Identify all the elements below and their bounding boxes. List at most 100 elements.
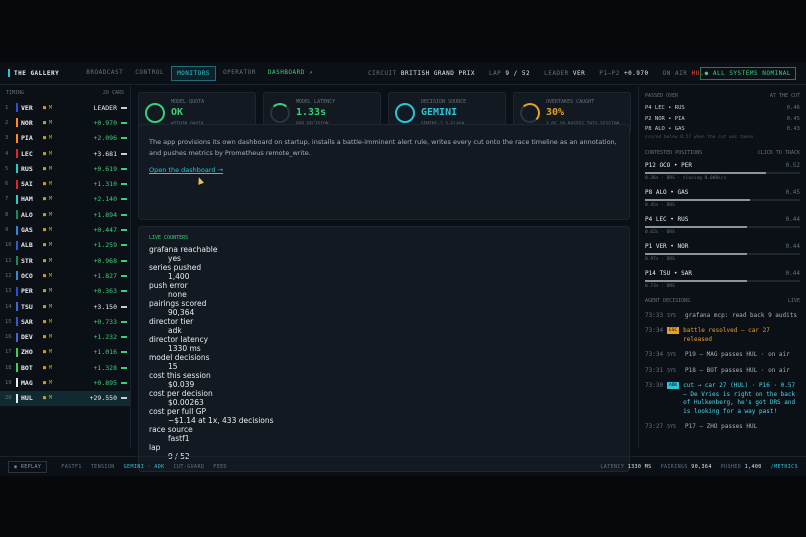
position-number: 2 <box>5 119 9 126</box>
timing-row[interactable]: 1 VER ■ M LEADER <box>0 100 130 115</box>
timing-row[interactable]: 6 SAI ■ M +1.310 <box>0 176 130 191</box>
battle-meta: 0.45s · DRS <box>645 202 675 208</box>
open-dashboard-link[interactable]: Open the dashboard → <box>139 166 629 174</box>
contested-row[interactable]: P8 ALO • GAS 0.45 0.45s · DRS <box>639 189 806 216</box>
team-color-bar <box>16 363 18 373</box>
bottom-bar: ◉ REPLAY FASTF1 TENSION GEMINI · ADK CUT… <box>0 456 806 476</box>
team-color-bar <box>16 240 18 250</box>
contested-row[interactable]: P1 VER • NOR 0.44 0.97s · DRS <box>639 243 806 270</box>
trend-marker <box>121 274 127 277</box>
nav-monitors[interactable]: MONITORS <box>171 65 216 81</box>
counter-value: fastf1 <box>168 434 190 443</box>
trend-marker <box>121 183 127 186</box>
tyre-compound: ■ M <box>43 227 53 234</box>
latency-stat: LATENCY 1330 MS <box>600 464 651 470</box>
trend-marker <box>121 106 127 109</box>
contested-click-hint[interactable]: CLICK TO TRACK <box>758 150 800 156</box>
driver-code: NOR <box>21 118 33 127</box>
trend-marker <box>121 167 127 170</box>
timing-row[interactable]: 2 NOR ■ M +0.970 <box>0 115 130 130</box>
latency-value: 1330 MS <box>627 463 652 470</box>
feed-feed[interactable]: FEED <box>213 464 227 470</box>
team-color-bar <box>16 286 18 296</box>
gap-status: P1–P2 +0.970 <box>599 70 648 77</box>
kpi-label: MODEL QUOTA <box>171 99 205 105</box>
nav-dashboard-link[interactable]: DASHBOARD ↗ <box>263 66 318 81</box>
timing-row[interactable]: 12 OCO ■ M +1.827 <box>0 268 130 283</box>
metrics-link[interactable]: /METRICS <box>771 464 798 470</box>
gap-value: +1.310 <box>93 180 117 189</box>
circuit-label: CIRCUIT <box>368 69 397 77</box>
timing-count: 20 CARS <box>102 90 124 96</box>
gap-value: +1.827 <box>93 271 117 280</box>
passed-row[interactable]: P2 NOR • PIA 0.45 <box>639 114 806 125</box>
timing-row[interactable]: 13 PER ■ M +0.363 <box>0 284 130 299</box>
tyre-compound: ■ M <box>43 318 53 325</box>
position-number: 4 <box>5 150 9 157</box>
kpi-gauge-icon <box>395 103 415 123</box>
agent-title: AGENT DECISIONS <box>645 297 691 304</box>
timing-row[interactable]: 17 ZHO ■ M +1.016 <box>0 345 130 360</box>
position-number: 5 <box>5 165 9 172</box>
kpi-label: MODEL LATENCY <box>296 99 336 105</box>
feed-tension[interactable]: TENSION <box>91 464 115 470</box>
team-color-bar <box>16 164 18 174</box>
timing-row[interactable]: 9 GAS ■ M +0.447 <box>0 222 130 237</box>
decision-text: cut → car 27 (HUL) · P16 · 0.57 — De Vri… <box>683 382 796 415</box>
timing-row[interactable]: 4 LEC ■ M +3.681 <box>0 146 130 161</box>
counter-item: cost this session $0.039 <box>139 371 629 389</box>
timing-row[interactable]: 5 RUS ■ M +0.619 <box>0 161 130 176</box>
kpi-gauge-icon <box>270 103 290 123</box>
tension-score: 0.44 <box>785 269 800 277</box>
team-color-bar <box>16 210 18 220</box>
feed-fastf1[interactable]: FASTF1 <box>61 464 81 470</box>
nav-control[interactable]: CONTROL <box>130 66 169 81</box>
counter-key: cost per decision <box>149 389 213 398</box>
contested-row[interactable]: P14 TSU • SAR 0.44 0.73s · DRS <box>639 270 806 297</box>
contested-row[interactable]: P12 OCO • PER 0.52 0.36s · DRS · closing 0… <box>639 162 806 189</box>
nav-operator[interactable]: OPERATOR <box>218 66 261 81</box>
timing-row[interactable]: 10 ALB ■ M +1.259 <box>0 238 130 253</box>
decision-type-badge: ADK <box>667 382 680 389</box>
timing-row[interactable]: 8 ALO ■ M +1.894 <box>0 207 130 222</box>
timing-row[interactable]: 7 HAM ■ M +2.140 <box>0 192 130 207</box>
decision-time: 73:34 <box>645 327 664 334</box>
passed-row[interactable]: P8 ALO • GAS 0.43 <box>639 124 806 135</box>
contested-header: CONTESTED POSITIONS CLICK TO TRACK <box>639 150 806 156</box>
replay-button[interactable]: ◉ REPLAY <box>8 460 48 473</box>
timing-title: TIMING <box>6 90 25 96</box>
counter-key: cost this session <box>149 371 211 380</box>
gap-value: +0.447 <box>93 226 117 235</box>
feed-gemini[interactable]: GEMINI · ADK <box>124 464 165 470</box>
gap-value: +0.968 <box>93 256 117 265</box>
tension-score: 0.45 <box>785 188 800 196</box>
timing-row[interactable]: 16 DEV ■ M +1.232 <box>0 329 130 344</box>
timing-row[interactable]: 20 HUL ■ M +29.550 <box>0 390 130 406</box>
leader-status: LEADER VER <box>544 70 585 77</box>
counter-item: cost per decision $0.00263 <box>139 389 629 407</box>
pushed-label: PUSHED <box>720 463 742 470</box>
feed-cut-guard[interactable]: CUT-GUARD <box>174 464 205 470</box>
timing-row[interactable]: 15 SAR ■ M +0.733 <box>0 314 130 329</box>
kpi-value: OK <box>171 107 184 118</box>
driver-code: VER <box>21 103 33 112</box>
gap-label: P1–P2 <box>599 69 620 77</box>
contested-row[interactable]: P4 LEC • RUS 0.44 0.62s · DRS <box>639 216 806 243</box>
timing-row[interactable]: 19 MAG ■ M +0.895 <box>0 375 130 390</box>
timing-row[interactable]: 14 TSU ■ M +3.150 <box>0 299 130 314</box>
timing-row[interactable]: 11 STR ■ M +0.968 <box>0 253 130 268</box>
counter-item: model decisions 15 <box>139 353 629 371</box>
counter-item: cost per full GP ~$1.14 at 1x, 433 decisi… <box>139 407 629 425</box>
gap-value: +0.733 <box>93 317 117 326</box>
timing-row[interactable]: 18 BOT ■ M +1.328 <box>0 360 130 375</box>
nav-broadcast[interactable]: BROADCAST <box>81 66 128 81</box>
passed-row[interactable]: P4 LEC • RUS 0.46 <box>639 103 806 114</box>
main-nav: BROADCAST CONTROL MONITORS OPERATOR DASH… <box>81 65 320 81</box>
circuit-value: BRITISH GRAND PRIX <box>400 69 475 77</box>
trend-marker <box>121 213 127 216</box>
tension-bar <box>645 171 800 174</box>
systems-status-badge: ● ALL SYSTEMS NOMINAL <box>699 67 796 80</box>
gap-value: +0.363 <box>93 287 117 296</box>
timing-row[interactable]: 3 PIA ■ M +2.096 <box>0 131 130 146</box>
counters-list: grafana reachable yes series pushed 1,400 pu… <box>139 245 629 461</box>
